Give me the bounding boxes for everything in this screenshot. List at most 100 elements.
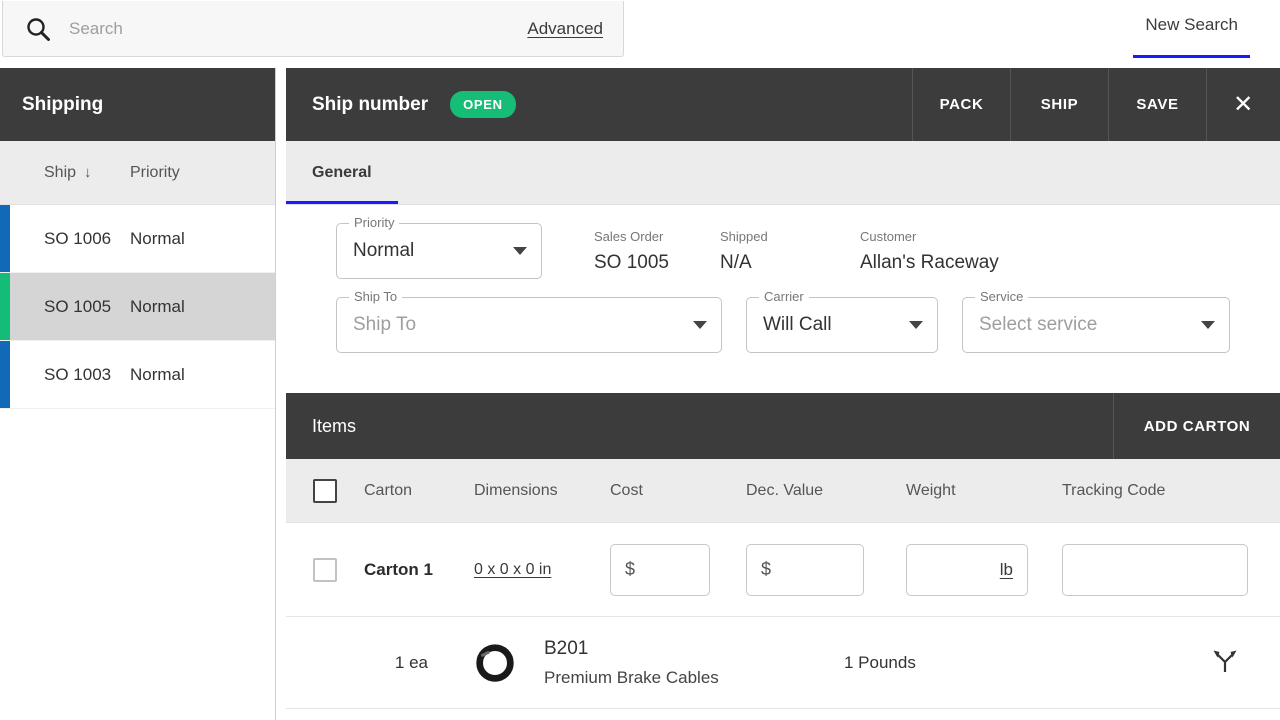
carton-cost-currency: $: [625, 559, 635, 580]
service-value: Select service: [979, 314, 1097, 336]
chevron-down-icon: [1201, 321, 1215, 329]
tab-active-underline: [286, 201, 398, 204]
select-all-checkbox[interactable]: [313, 479, 337, 503]
shipping-panel-title: Shipping: [0, 68, 275, 141]
items-section-header: Items ADD CARTON: [286, 393, 1280, 459]
list-item[interactable]: SO 1005 Normal: [0, 273, 275, 341]
priority-label: Priority: [349, 215, 399, 230]
carton-dec-value-input[interactable]: $: [746, 544, 864, 596]
carton-dec-value-currency: $: [761, 559, 771, 580]
ship-to-select[interactable]: Ship To Ship To: [336, 297, 722, 353]
form-row-1: Priority Normal Sales Order SO 1005 Ship…: [286, 223, 1280, 297]
carton-dimensions-cell: 0 x 0 x 0 in: [474, 561, 610, 579]
service-select[interactable]: Service Select service: [962, 297, 1230, 353]
priority-value: Normal: [353, 240, 414, 262]
list-item[interactable]: SO 1006 Normal: [0, 205, 275, 273]
items-title: Items: [286, 416, 356, 437]
new-search-tab[interactable]: New Search: [1127, 0, 1256, 58]
row-status-bar: [0, 341, 10, 408]
brake-cable-coil-icon: [472, 640, 518, 686]
save-button[interactable]: SAVE: [1108, 68, 1206, 141]
general-form: Priority Normal Sales Order SO 1005 Ship…: [286, 205, 1280, 393]
row-status-bar: [0, 205, 10, 272]
status-badge: OPEN: [450, 91, 516, 118]
carton-row-checkbox[interactable]: [313, 558, 337, 582]
sales-order-field: Sales Order SO 1005: [594, 223, 720, 279]
chevron-down-icon: [513, 247, 527, 255]
list-item-priority: Normal: [130, 365, 185, 385]
list-item-priority: Normal: [130, 297, 185, 317]
carton-cost-cell: $: [610, 544, 746, 596]
carton-tracking-cell: [1062, 544, 1280, 596]
product-thumbnail: [446, 640, 544, 686]
column-header-dimensions: Dimensions: [474, 482, 610, 500]
carrier-select[interactable]: Carrier Will Call: [746, 297, 938, 353]
search-input[interactable]: [69, 19, 527, 39]
top-bar: Advanced New Search: [0, 0, 1280, 58]
search-icon: [25, 16, 51, 42]
shipment-title: Ship number: [286, 94, 428, 116]
select-all-cell[interactable]: [286, 479, 364, 503]
carton-weight-input[interactable]: lb: [906, 544, 1028, 596]
carton-select-cell[interactable]: [286, 558, 364, 582]
product-sku: B201: [544, 638, 844, 660]
shipment-header: Ship number OPEN PACK SHIP SAVE ✕: [286, 68, 1280, 141]
carton-name-cell: Carton 1: [364, 560, 474, 580]
list-item-ship: SO 1005: [0, 297, 130, 317]
service-label: Service: [975, 289, 1028, 304]
tab-general[interactable]: General: [286, 141, 398, 204]
close-icon[interactable]: ✕: [1206, 68, 1280, 141]
carton-weight-unit[interactable]: lb: [1000, 560, 1013, 580]
pack-button[interactable]: PACK: [912, 68, 1010, 141]
split-line-button[interactable]: [1210, 645, 1280, 680]
table-row: 1 ea B201 Premium Brake Cables 1 Pounds: [286, 617, 1280, 709]
chevron-down-icon: [693, 321, 707, 329]
customer-label: Customer: [860, 229, 1120, 244]
shipping-app-window: Advanced New Search Shipping Ship ↓ Prio…: [0, 0, 1280, 720]
column-header-priority[interactable]: Priority: [130, 164, 180, 182]
ship-button[interactable]: SHIP: [1010, 68, 1108, 141]
form-row-2: Ship To Ship To Carrier Will Call Servic…: [286, 297, 1280, 379]
list-item[interactable]: SO 1003 Normal: [0, 341, 275, 409]
carrier-label: Carrier: [759, 289, 809, 304]
shipped-value: N/A: [720, 252, 860, 274]
sales-order-value: SO 1005: [594, 252, 720, 274]
chevron-down-icon: [909, 321, 923, 329]
carton-cost-input[interactable]: $: [610, 544, 710, 596]
shipped-label: Shipped: [720, 229, 860, 244]
carton-tracking-input[interactable]: [1062, 544, 1248, 596]
ship-to-value: Ship To: [353, 314, 416, 336]
search-bar[interactable]: Advanced: [2, 1, 624, 57]
product-quantity: 1 ea: [286, 653, 446, 673]
list-item-ship: SO 1003: [0, 365, 130, 385]
carrier-value: Will Call: [763, 314, 832, 336]
detail-tabbar: General: [286, 141, 1280, 205]
shipping-list-header: Ship ↓ Priority: [0, 141, 275, 205]
ship-to-label: Ship To: [349, 289, 402, 304]
column-header-tracking-code: Tracking Code: [1062, 482, 1280, 500]
list-item-ship: SO 1006: [0, 229, 130, 249]
sales-order-label: Sales Order: [594, 229, 720, 244]
split-icon: [1210, 645, 1240, 675]
tab-general-label: General: [312, 164, 372, 182]
row-status-bar: [0, 273, 10, 340]
items-table-header: Carton Dimensions Cost Dec. Value Weight…: [286, 459, 1280, 523]
column-header-dec-value: Dec. Value: [746, 482, 906, 500]
carton-dec-value-cell: $: [746, 544, 906, 596]
sort-descending-icon: ↓: [84, 164, 92, 181]
shipping-list-panel: Shipping Ship ↓ Priority SO 1006 Normal …: [0, 68, 276, 720]
column-header-carton: Carton: [364, 482, 474, 500]
priority-select[interactable]: Priority Normal: [336, 223, 542, 279]
product-description: Premium Brake Cables: [544, 668, 844, 688]
column-header-ship[interactable]: Ship ↓: [0, 164, 130, 182]
product-info: B201 Premium Brake Cables: [544, 638, 844, 688]
advanced-search-link[interactable]: Advanced: [527, 19, 607, 39]
carton-name: Carton 1: [364, 560, 433, 579]
add-carton-button[interactable]: ADD CARTON: [1113, 393, 1280, 459]
column-header-weight: Weight: [906, 482, 1062, 500]
carton-dimensions-link[interactable]: 0 x 0 x 0 in: [474, 561, 551, 578]
customer-field: Customer Allan's Raceway: [860, 223, 1120, 279]
column-header-ship-label: Ship: [44, 164, 76, 182]
shipped-field: Shipped N/A: [720, 223, 860, 279]
carton-weight-cell: lb: [906, 544, 1062, 596]
